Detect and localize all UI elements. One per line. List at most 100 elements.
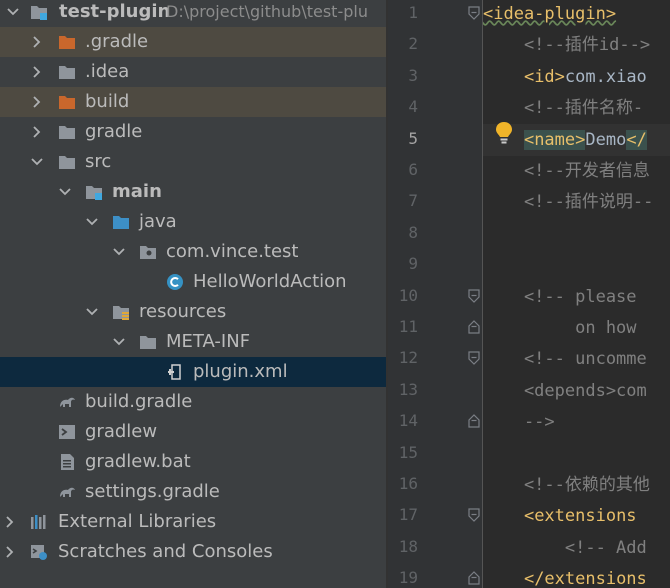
tree-item-resources[interactable]: resources [0,297,386,327]
fold-marker-icon[interactable] [468,508,480,523]
tree-item-build-gradle[interactable]: build.gradle [0,387,386,417]
chevron-right-icon[interactable] [30,95,44,109]
chevron-right-icon[interactable] [3,545,17,559]
chevron-down-icon[interactable] [112,245,126,259]
code-token: Demo [585,129,627,150]
line-number: 3 [408,65,418,85]
project-path: D:\project\github\test-plu [166,2,368,21]
tree-item-build[interactable]: build [0,87,386,117]
code-line[interactable]: <!--依赖的其他 [483,469,670,501]
line-number: 9 [408,254,418,274]
fold-marker-icon[interactable] [468,288,480,303]
tree-item-gradlew-bat[interactable]: gradlew.bat [0,447,386,477]
tree-item-package[interactable]: com.vince.test [0,237,386,267]
chevron-down-icon[interactable] [85,305,99,319]
line-number: 16 [398,474,418,493]
tree-item-gradlew[interactable]: gradlew [0,417,386,447]
tree-item-src[interactable]: src [0,147,386,177]
tree-item-dot-gradle[interactable]: .gradle [0,27,386,57]
code-line[interactable]: on how [483,312,670,344]
line-number: 14 [398,411,418,431]
chevron-right-icon[interactable] [30,125,44,139]
tree-item-label: com.vince.test [166,241,299,262]
fold-marker-icon[interactable] [468,351,480,366]
tree-item-label: settings.gradle [85,481,220,502]
chevron-right-icon[interactable] [30,65,44,79]
code-token: <!-- please [483,286,637,307]
chevron-right-icon[interactable] [30,35,44,49]
folder-icon [59,66,75,79]
code-line[interactable]: <depends>com [483,375,670,407]
plugin-xml-icon [168,364,181,380]
tree-item-scratches[interactable]: Scratches and Consoles [0,537,386,567]
tree-item-java[interactable]: java [0,207,386,237]
text-file-icon [61,454,74,470]
code-token: on how [483,318,637,338]
code-line[interactable]: <idea-plugin> [483,0,670,30]
tree-item-label: resources [139,301,227,322]
code-token: <depends>com [483,380,647,401]
chevron-right-icon[interactable] [3,515,17,529]
tree-item-gradle[interactable]: gradle [0,117,386,147]
folder-icon [140,336,156,349]
code-token: <!-- uncomme [483,349,647,370]
code-token: <!-- Add [483,537,647,558]
code-line[interactable]: <!--插件说明-- [483,186,670,218]
tree-item-label: External Libraries [58,511,217,532]
fold-marker-icon[interactable] [468,320,480,334]
tree-item-label: java [139,211,177,232]
code-line[interactable] [483,218,670,250]
tree-item-main[interactable]: main [0,177,386,207]
code-editor[interactable]: <idea-plugin> <!--插件id--> <id>com.xiao <… [388,0,670,588]
chevron-down-icon[interactable] [85,215,99,229]
tree-item-label: .gradle [85,31,149,52]
code-line[interactable]: <!--插件id--> [483,29,670,61]
fold-marker-icon[interactable] [468,571,480,585]
tree-item-label: .idea [85,61,130,82]
fold-marker-icon[interactable] [468,414,480,428]
code-token: <idea-plugin> [483,4,617,24]
code-line[interactable]: --> [483,406,670,438]
chevron-down-icon[interactable] [6,5,20,19]
project-tree-panel: test-plugin D:\project\github\test-plu .… [0,0,386,588]
code-token: <!--插件id--> [483,35,651,56]
code-line[interactable] [483,438,670,470]
source-folder-icon [113,216,129,229]
tree-item-hello-world-action[interactable]: HelloWorldAction [0,267,386,297]
code-line[interactable]: <id>com.xiao [483,61,670,93]
lightbulb-icon[interactable] [493,120,515,146]
chevron-down-icon[interactable] [58,185,72,199]
code-line[interactable]: <!--开发者信息 [483,155,670,187]
module-folder-icon [86,186,102,200]
fold-marker-icon[interactable] [468,6,480,20]
chevron-down-icon[interactable] [30,155,44,169]
tree-item-label: gradlew.bat [85,451,191,472]
tree-item-label: src [85,151,112,172]
line-number: 17 [398,505,418,525]
tree-item-plugin-xml[interactable]: plugin.xml [0,357,386,387]
tree-item-settings-gradle[interactable]: settings.gradle [0,477,386,507]
tree-item-idea[interactable]: .idea [0,57,386,87]
chevron-down-icon[interactable] [112,335,126,349]
code-line[interactable]: <extensions [483,500,670,532]
tree-item-external-libraries[interactable]: External Libraries [0,507,386,537]
code-line[interactable]: <!-- Add [483,532,670,564]
tree-item-test-plugin[interactable]: test-plugin D:\project\github\test-plu [0,0,386,27]
code-line[interactable]: </extensions [483,563,670,588]
code-line[interactable]: <!-- please [483,281,670,313]
tree-item-label: build [85,91,130,112]
code-token: <!--插件说明-- [483,192,654,213]
code-line[interactable] [483,249,670,281]
tree-item-meta-inf[interactable]: META-INF [0,327,386,357]
code-line[interactable]: <!-- uncomme [483,343,670,375]
package-icon [140,246,156,259]
code-token: </ [626,129,647,150]
shell-script-icon [59,425,75,439]
libraries-icon [31,515,46,529]
code-token: <id> [523,66,565,87]
line-number: 2 [408,34,418,54]
line-number: 12 [398,348,418,368]
code-token: <extensions [523,506,637,527]
